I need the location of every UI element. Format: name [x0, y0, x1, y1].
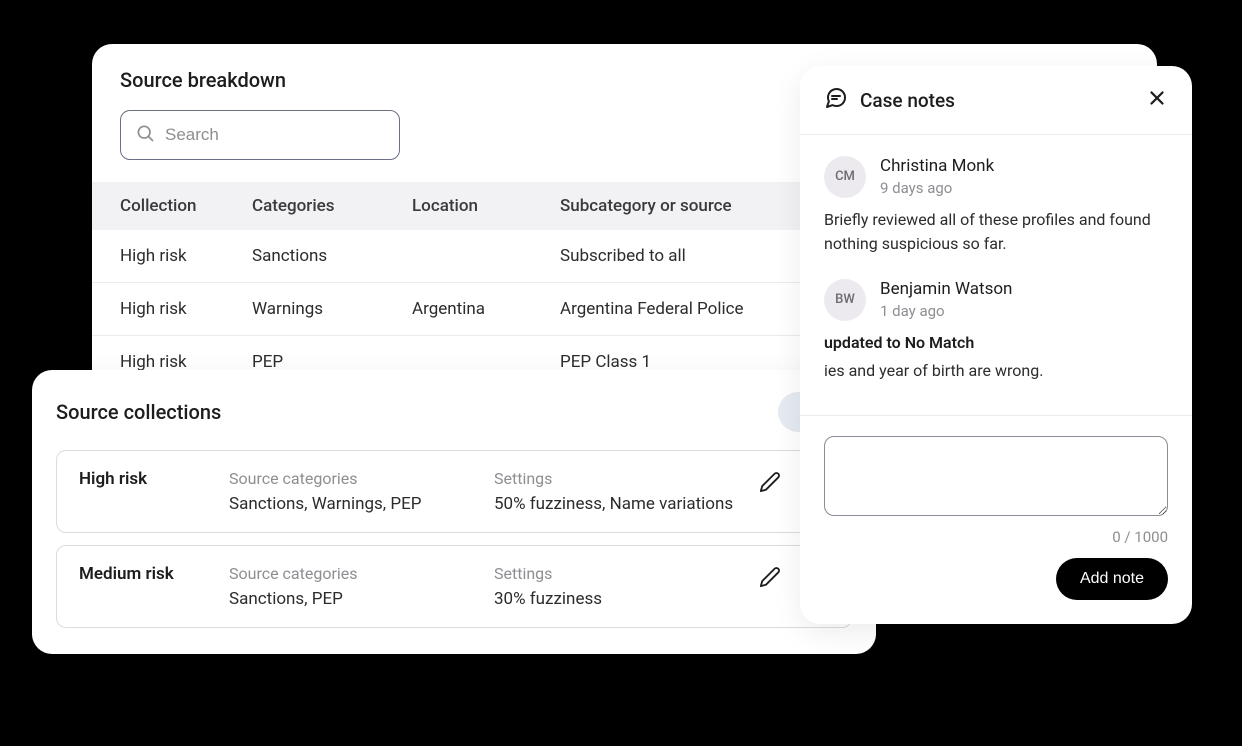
- search-icon: [135, 123, 155, 147]
- collection-row: Medium risk Source categories Sanctions,…: [56, 545, 852, 628]
- case-notes-panel: Case notes CM Christina Monk 9 days ago …: [800, 66, 1192, 624]
- avatar: CM: [824, 156, 866, 198]
- case-notes-body: CM Christina Monk 9 days ago Briefly rev…: [800, 135, 1192, 416]
- close-button[interactable]: [1146, 87, 1168, 113]
- notes-icon: [824, 86, 848, 114]
- close-icon: [1146, 94, 1168, 113]
- note-author-name: Christina Monk: [880, 155, 994, 178]
- case-notes-footer: 0 / 1000 Add note: [800, 416, 1192, 624]
- col-header-categories: Categories: [252, 182, 412, 230]
- cell-collection: High risk: [92, 230, 252, 283]
- note-status-update: updated to No Match: [824, 331, 1168, 355]
- avatar: BW: [824, 279, 866, 321]
- settings-label: Settings: [494, 469, 759, 488]
- collection-name: Medium risk: [79, 564, 229, 584]
- cell-location: Argentina: [412, 283, 560, 336]
- search-input-container[interactable]: [120, 110, 400, 160]
- note-author-name: Benjamin Watson: [880, 278, 1012, 301]
- note-text: Briefly reviewed all of these profiles a…: [824, 208, 1168, 256]
- note-timestamp: 9 days ago: [880, 178, 994, 198]
- edit-button[interactable]: [759, 473, 781, 495]
- note-item: BW Benjamin Watson 1 day ago updated to …: [824, 278, 1168, 383]
- collections-title: Source collections: [56, 400, 221, 424]
- pencil-icon: [759, 471, 781, 497]
- note-text-body: ies and year of birth are wrong.: [824, 361, 1043, 380]
- categories-value: Sanctions, PEP: [229, 589, 494, 609]
- cell-categories: Warnings: [252, 283, 412, 336]
- settings-label: Settings: [494, 564, 759, 583]
- note-text: updated to No Match ies and year of birt…: [824, 331, 1168, 383]
- note-timestamp: 1 day ago: [880, 301, 1012, 321]
- categories-label: Source categories: [229, 564, 494, 583]
- col-header-collection: Collection: [92, 182, 252, 230]
- cell-location: [412, 230, 560, 283]
- note-item: CM Christina Monk 9 days ago Briefly rev…: [824, 155, 1168, 256]
- cell-categories: Sanctions: [252, 230, 412, 283]
- source-collections-card: Source collections Add High risk Source …: [32, 370, 876, 654]
- collection-name: High risk: [79, 469, 229, 489]
- collection-row: High risk Source categories Sanctions, W…: [56, 450, 852, 533]
- add-note-button[interactable]: Add note: [1056, 558, 1168, 600]
- case-notes-header: Case notes: [800, 66, 1192, 135]
- collections-header: Source collections Add: [56, 392, 852, 432]
- categories-label: Source categories: [229, 469, 494, 488]
- settings-value: 30% fuzziness: [494, 589, 759, 609]
- note-textarea[interactable]: [824, 436, 1168, 516]
- cell-collection: High risk: [92, 283, 252, 336]
- note-char-counter: 0 / 1000: [1112, 528, 1168, 546]
- edit-button[interactable]: [759, 568, 781, 590]
- categories-value: Sanctions, Warnings, PEP: [229, 494, 494, 514]
- pencil-icon: [759, 566, 781, 592]
- search-input[interactable]: [165, 125, 386, 145]
- case-notes-title: Case notes: [860, 89, 1146, 112]
- settings-value: 50% fuzziness, Name variations: [494, 494, 759, 514]
- col-header-location: Location: [412, 182, 560, 230]
